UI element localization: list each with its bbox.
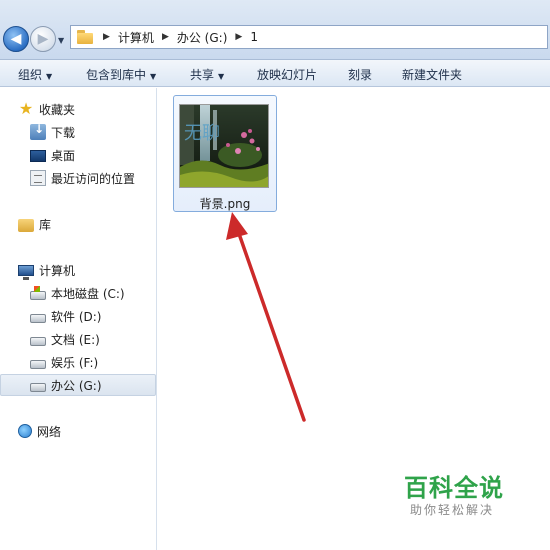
sidebar-item-network[interactable]: 网络: [0, 420, 156, 442]
include-library-label: 包含到库中: [86, 68, 147, 82]
sidebar-item-label: 库: [39, 217, 52, 232]
watermark-title: 百科全说: [404, 474, 504, 502]
image-thumbnail: 无聊: [179, 104, 269, 188]
network-icon: [18, 424, 32, 438]
command-toolbar: 组织 ▼ 包含到库中 ▼ 共享 ▼ 放映幻灯片 刻录 新建文件夹: [0, 60, 550, 87]
sidebar-item-libraries[interactable]: 库: [0, 213, 156, 235]
organize-button[interactable]: 组织 ▼: [18, 66, 52, 83]
forward-arrow-icon: ▶: [37, 31, 49, 47]
computer-icon: [18, 265, 34, 280]
share-label: 共享: [190, 68, 215, 82]
file-item-background-png[interactable]: 无聊 背景.png: [173, 95, 277, 212]
burn-button[interactable]: 刻录: [348, 66, 372, 83]
chevron-right-icon[interactable]: ▶: [103, 32, 110, 42]
breadcrumb-computer[interactable]: 计算机: [118, 29, 154, 46]
sidebar-item-label: 下载: [51, 125, 76, 140]
sidebar-item-recent-places[interactable]: 最近访问的位置: [0, 167, 156, 189]
sidebar-item-label: 办公 (G:): [51, 378, 102, 393]
system-drive-icon: [30, 286, 46, 300]
sidebar-item-label: 收藏夹: [39, 102, 76, 117]
share-button[interactable]: 共享 ▼: [190, 66, 224, 83]
chevron-right-icon[interactable]: ▶: [235, 32, 242, 42]
sidebar-item-downloads[interactable]: 下载: [0, 121, 156, 143]
back-button[interactable]: ◀: [3, 26, 29, 52]
slideshow-label: 放映幻灯片: [257, 68, 318, 82]
drive-icon: [30, 314, 46, 323]
libraries-icon: [18, 218, 34, 232]
recent-places-icon: [30, 170, 46, 186]
sidebar-item-favorites[interactable]: ★ 收藏夹: [0, 98, 156, 120]
back-arrow-icon: ◀: [10, 31, 22, 47]
sidebar-item-label: 娱乐 (F:): [51, 355, 99, 370]
drive-icon: [30, 337, 46, 346]
chevron-right-icon[interactable]: ▶: [162, 32, 169, 42]
folder-icon: [77, 30, 95, 44]
sidebar-item-label: 桌面: [51, 148, 76, 163]
dropdown-caret-icon: ▼: [46, 72, 53, 81]
burn-label: 刻录: [348, 68, 373, 82]
forward-button[interactable]: ▶: [30, 26, 56, 52]
sidebar-item-label: 文档 (E:): [51, 332, 100, 347]
sidebar-item-label: 网络: [37, 424, 62, 439]
sidebar-item-label: 最近访问的位置: [51, 171, 136, 186]
include-in-library-button[interactable]: 包含到库中 ▼: [86, 66, 156, 83]
sidebar-item-label: 软件 (D:): [51, 309, 102, 324]
watermark-subtitle: 助你轻松解决: [410, 503, 495, 517]
breadcrumb-folder-1[interactable]: 1: [250, 30, 258, 44]
sidebar-item-computer[interactable]: 计算机: [0, 259, 156, 281]
desktop-icon: [30, 150, 46, 162]
star-icon: ★: [18, 99, 34, 118]
sidebar-item-label: 计算机: [39, 263, 76, 278]
new-folder-label: 新建文件夹: [402, 68, 463, 82]
thumbnail-overlay-text: 无聊: [184, 123, 220, 144]
dropdown-caret-icon: ▼: [150, 72, 157, 81]
sidebar-item-desktop[interactable]: 桌面: [0, 144, 156, 166]
sidebar-item-label: 本地磁盘 (C:): [51, 286, 125, 301]
landscape-thumbnail-image: 无聊: [180, 105, 268, 187]
navigation-pane[interactable]: ★ 收藏夹 下载 桌面 最近访问的位置 库 计算机 本地磁盘 (C:) 软件 (…: [0, 88, 157, 550]
downloads-folder-icon: [30, 122, 46, 140]
new-folder-button[interactable]: 新建文件夹: [402, 66, 462, 83]
sidebar-item-drive-g[interactable]: 办公 (G:): [0, 374, 156, 396]
sidebar-item-drive-e[interactable]: 文档 (E:): [0, 328, 156, 350]
drive-icon: [30, 383, 46, 392]
sidebar-item-drive-c[interactable]: 本地磁盘 (C:): [0, 282, 156, 304]
drive-icon: [30, 360, 46, 369]
address-box[interactable]: ▶ 计算机 ▶ 办公 (G:) ▶ 1: [70, 25, 548, 49]
slideshow-button[interactable]: 放映幻灯片: [257, 66, 317, 83]
recent-pages-dropdown-icon[interactable]: ▼: [58, 36, 66, 45]
organize-label: 组织: [18, 68, 43, 82]
file-name: 背景.png: [199, 197, 251, 211]
breadcrumb-drive-g[interactable]: 办公 (G:): [177, 29, 228, 46]
watermark-logo: 百科全说 助你轻松解决: [386, 458, 526, 528]
address-bar-area: ◀ ▶ ▼ ▶ 计算机 ▶ 办公 (G:) ▶ 1: [0, 0, 550, 60]
dropdown-caret-icon: ▼: [218, 72, 225, 81]
sidebar-item-drive-d[interactable]: 软件 (D:): [0, 305, 156, 327]
sidebar-item-drive-f[interactable]: 娱乐 (F:): [0, 351, 156, 373]
